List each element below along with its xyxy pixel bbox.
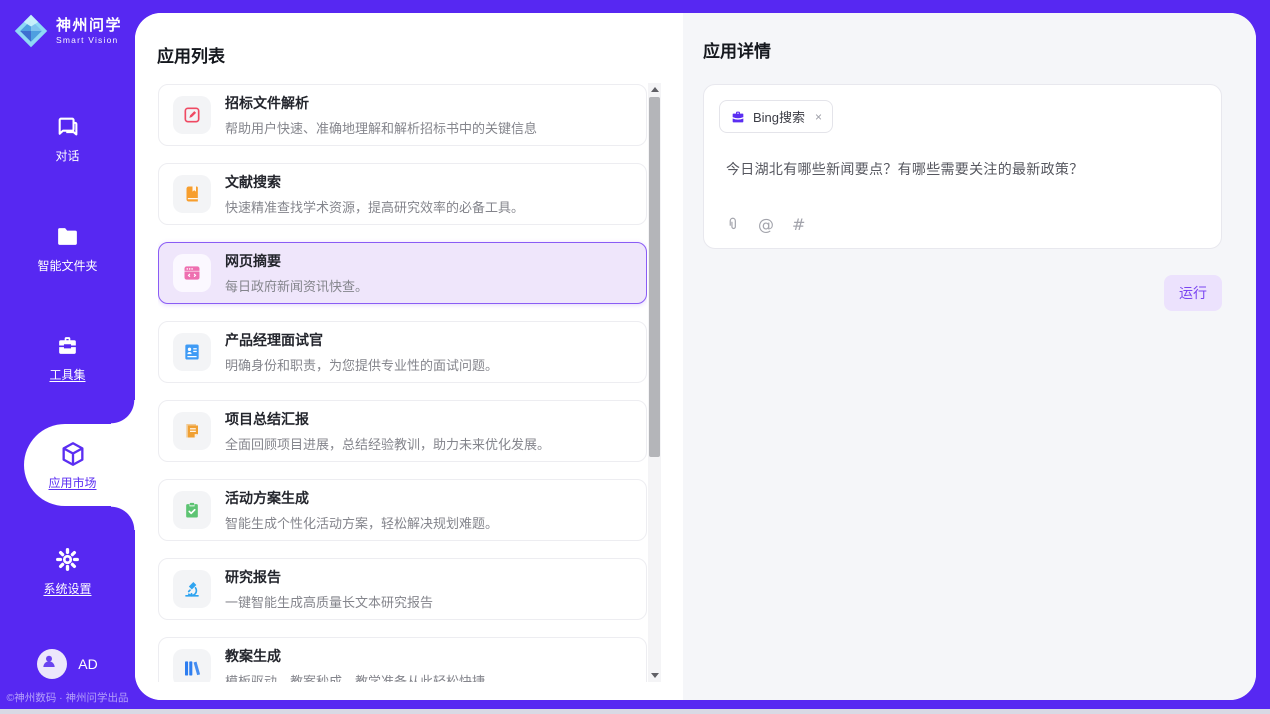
app-card[interactable]: 教案生成 模板驱动，教案秒成，教学准备从此轻松快捷 [158,637,647,682]
brand-subtitle: Smart Vision [56,35,122,45]
app-card[interactable]: 网页摘要 每日政府新闻资讯快查。 [158,242,647,304]
brand-name: 神州问学 [56,17,122,35]
app-description: 模板驱动，教案秒成，教学准备从此轻松快捷 [225,671,485,682]
browser-icon [182,263,202,283]
app-list-title: 应用列表 [157,42,225,67]
app-description: 每日政府新闻资讯快查。 [225,276,368,295]
gear-icon [55,547,80,572]
app-title: 网页摘要 [225,251,368,271]
at-icon[interactable]: @ [758,216,775,233]
app-description: 明确身份和职责，为您提供专业性的面试问题。 [225,355,498,374]
app-title: 招标文件解析 [225,93,537,113]
app-title: 研究报告 [225,567,433,587]
sidebar-item-label: 系统设置 [43,580,91,597]
resume-icon [182,342,202,362]
sidebar-item-app-market-active[interactable]: 应用市场 [24,424,135,506]
toolbox-icon [55,333,80,358]
microscope-icon [182,579,202,599]
app-description: 快速精准查找学术资源，提高研究效率的必备工具。 [225,197,524,216]
scroll-up-icon[interactable] [648,83,661,96]
tool-chip-bing-search[interactable]: Bing搜索 × [719,100,833,133]
sidebar-item-label: 智能文件夹 [37,257,97,274]
app-icon-box [173,175,211,213]
window-bottom-edge [0,709,1270,714]
app-card[interactable]: 招标文件解析 帮助用户快速、准确地理解和解析招标书中的关键信息 [158,84,647,146]
composer-toolbar: @ # [719,216,809,234]
avatar[interactable] [37,649,67,679]
app-detail-title: 应用详情 [703,37,1222,62]
app-list: 招标文件解析 帮助用户快速、准确地理解和解析招标书中的关键信息 文献搜索 快速精… [158,84,647,682]
run-button[interactable]: 运行 [1164,275,1222,311]
cube-icon [59,440,87,468]
app-card[interactable]: 产品经理面试官 明确身份和职责，为您提供专业性的面试问题。 [158,321,647,383]
sidebar-item-label: 对话 [55,147,79,164]
app-icon-box [173,491,211,529]
sidebar-item-smart-folder[interactable]: 智能文件夹 [0,224,135,274]
app-card[interactable]: 文献搜索 快速精准查找学术资源，提高研究效率的必备工具。 [158,163,647,225]
list-scrollbar[interactable] [648,83,661,682]
app-icon-box [173,412,211,450]
app-title: 文献搜索 [225,172,524,192]
user-initials: AD [78,656,97,672]
pen-square-icon [182,105,202,125]
app-description: 一键智能生成高质量长文本研究报告 [225,592,433,611]
app-card[interactable]: 项目总结汇报 全面回顾项目进展，总结经验教训，助力未来优化发展。 [158,400,647,462]
person-icon [40,652,65,677]
app-icon-box [173,96,211,134]
app-title: 产品经理面试官 [225,330,498,350]
app-title: 活动方案生成 [225,488,498,508]
app-list-panel: 应用列表 招标文件解析 帮助用户快速、准确地理解和解析招标书中的关键信息 文献搜… [135,13,683,700]
sidebar-item-chat[interactable]: 对话 [0,114,135,164]
books-icon [182,658,202,678]
app-icon-box [173,570,211,608]
folder-icon [55,224,80,249]
chat-icon [55,114,80,139]
sidebar: 神州问学 Smart Vision 对话 智能文件夹 工具集 应用市场 系统设置… [0,0,135,714]
book-icon [182,184,202,204]
app-title: 项目总结汇报 [225,409,550,429]
app-card[interactable]: 研究报告 一键智能生成高质量长文本研究报告 [158,558,647,620]
user-account[interactable]: AD [0,649,135,679]
clipboard-check-icon [182,500,202,520]
app-icon-box [173,649,211,682]
hash-icon[interactable]: # [792,216,809,233]
brand-logo: 神州问学 Smart Vision [13,13,122,49]
paperclip-icon[interactable] [724,216,741,233]
app-description: 帮助用户快速、准确地理解和解析招标书中的关键信息 [225,118,537,137]
scrollbar-thumb[interactable] [649,97,660,457]
sidebar-item-settings[interactable]: 系统设置 [0,547,135,597]
app-detail-panel: 应用详情 Bing搜索 × 今日湖北有哪些新闻要点？有哪些需要关注的最新政策？ … [683,13,1256,700]
tool-chip-label: Bing搜索 [753,107,805,126]
app-icon-box [173,254,211,292]
app-description: 全面回顾项目进展，总结经验教训，助力未来优化发展。 [225,434,550,453]
sidebar-item-label: 应用市场 [48,474,96,491]
app-description: 智能生成个性化活动方案，轻松解决规划难题。 [225,513,498,532]
app-title: 教案生成 [225,646,485,666]
sidebar-item-label: 工具集 [49,366,85,383]
gem-logo-icon [13,13,49,49]
copyright-footer: ©神州数码 · 神州问学出品 [0,690,135,705]
notes-icon [182,421,202,441]
app-card[interactable]: 活动方案生成 智能生成个性化活动方案，轻松解决规划难题。 [158,479,647,541]
sidebar-item-toolset[interactable]: 工具集 [0,333,135,383]
chip-close-icon[interactable]: × [815,110,822,124]
query-text: 今日湖北有哪些新闻要点？有哪些需要关注的最新政策？ [719,159,1084,179]
app-icon-box [173,333,211,371]
content-frame: 应用列表 招标文件解析 帮助用户快速、准确地理解和解析招标书中的关键信息 文献搜… [135,13,1256,700]
briefcase-icon [730,109,746,125]
scroll-down-icon[interactable] [648,669,661,682]
prompt-composer[interactable]: Bing搜索 × 今日湖北有哪些新闻要点？有哪些需要关注的最新政策？ @ # [703,84,1222,249]
